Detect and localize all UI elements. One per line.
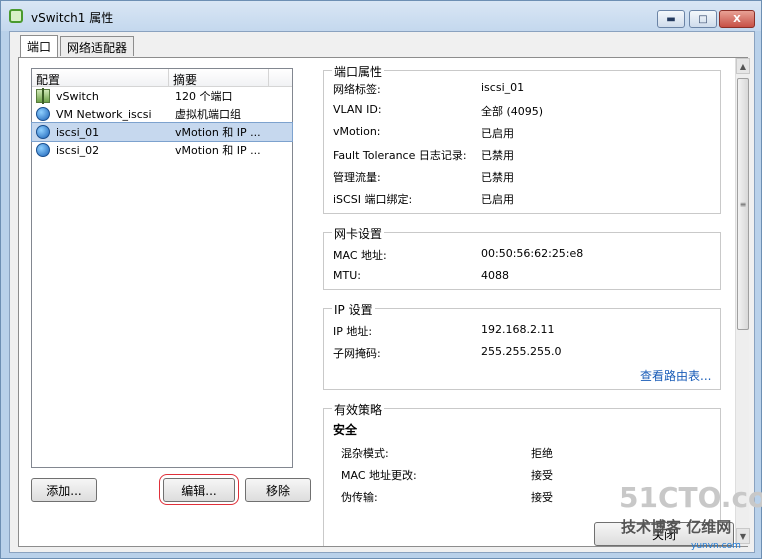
property-label: 管理流量: — [333, 171, 381, 184]
column-header-config[interactable]: 配置 — [32, 69, 169, 87]
property-value: 接受 — [531, 469, 553, 482]
row-name: VM Network_iscsi — [56, 107, 152, 121]
list-row-vm-network-iscsi[interactable]: VM Network_iscsi 虚拟机端口组 — [32, 105, 292, 123]
property-label: MAC 地址更改: — [341, 469, 417, 482]
list-row-iscsi-02[interactable]: iscsi_02 vMotion 和 IP ... — [32, 141, 292, 159]
minimize-button[interactable]: ▬ — [657, 10, 685, 28]
column-header-summary[interactable]: 摘要 — [169, 69, 269, 87]
tab-ports[interactable]: 端口 — [20, 35, 59, 57]
network-globe-icon — [36, 143, 50, 157]
port-properties-title: 端口属性 — [332, 63, 385, 80]
property-label: IP 地址: — [333, 325, 373, 338]
ports-tab-panel: 配置 摘要 vSwitch 120 个端口 VM Network_iscsi 虚… — [18, 57, 750, 547]
row-summary: 120 个端口 — [175, 90, 233, 103]
watermark-tech-blog: 技术博客 亿维网 — [621, 518, 732, 536]
nic-settings-group: 网卡设置 MAC 地址: 00:50:56:62:25:e8 MTU: 4088 — [323, 225, 721, 290]
watermark-url: yunvn.com — [691, 541, 741, 551]
row-name: iscsi_02 — [56, 143, 100, 157]
property-label: MAC 地址: — [333, 249, 387, 262]
property-label: 伪传输: — [341, 491, 378, 504]
properties-window: vSwitch1 属性 ▬ □ X 端口 网络适配器 配置 摘要 vSwitch… — [0, 0, 762, 559]
row-summary: vMotion 和 IP ... — [175, 126, 261, 139]
property-label: MTU: — [333, 269, 361, 282]
properties-scrollbar[interactable]: ▲ ≡ ▼ — [735, 58, 750, 546]
property-label: VLAN ID: — [333, 103, 382, 116]
list-header: 配置 摘要 — [32, 69, 292, 87]
ip-settings-title: IP 设置 — [332, 301, 375, 318]
scroll-up-icon[interactable]: ▲ — [736, 58, 750, 74]
property-label: Fault Tolerance 日志记录: — [333, 149, 467, 162]
row-summary: vMotion 和 IP ... — [175, 144, 261, 157]
property-value: 255.255.255.0 — [481, 345, 562, 358]
property-value: 00:50:56:62:25:e8 — [481, 247, 584, 260]
vswitch-app-icon — [9, 9, 23, 23]
property-value: 接受 — [531, 491, 553, 504]
property-value: 已启用 — [481, 193, 514, 206]
vswitch-icon — [36, 88, 50, 104]
property-label: 子网掩码: — [333, 347, 381, 360]
property-value: 已禁用 — [481, 171, 514, 184]
property-value: 192.168.2.11 — [481, 323, 555, 336]
property-label: vMotion: — [333, 125, 381, 138]
security-section-heading: 安全 — [333, 423, 358, 437]
list-row-vswitch[interactable]: vSwitch 120 个端口 — [32, 87, 292, 105]
nic-settings-title: 网卡设置 — [332, 225, 385, 242]
property-value: 已禁用 — [481, 149, 514, 162]
maximize-button[interactable]: □ — [689, 10, 717, 28]
property-label: 混杂模式: — [341, 447, 389, 460]
remove-button[interactable]: 移除 — [245, 478, 311, 502]
properties-panel: 端口属性 网络标签: iscsi_01 VLAN ID: 全部 (4095) v… — [315, 58, 731, 546]
network-globe-icon — [36, 107, 50, 121]
port-config-list: 配置 摘要 vSwitch 120 个端口 VM Network_iscsi 虚… — [31, 68, 293, 468]
network-globe-icon — [36, 125, 50, 139]
ip-settings-group: IP 设置 IP 地址: 192.168.2.11 子网掩码: 255.255.… — [323, 301, 721, 390]
property-value: 4088 — [481, 269, 509, 282]
property-label: 网络标签: — [333, 83, 381, 96]
window-title: vSwitch1 属性 — [31, 11, 114, 25]
dialog-client: 端口 网络适配器 配置 摘要 vSwitch 120 个端口 VM Networ… — [9, 31, 755, 553]
view-routing-table-link[interactable]: 查看路由表... — [640, 367, 711, 384]
effective-policy-title: 有效策略 — [332, 401, 385, 418]
property-value: iscsi_01 — [481, 81, 525, 94]
row-name: iscsi_01 — [56, 125, 100, 139]
property-value: 全部 (4095) — [481, 105, 544, 118]
row-summary: 虚拟机端口组 — [175, 108, 241, 121]
close-window-button[interactable]: X — [719, 10, 755, 28]
scroll-thumb[interactable]: ≡ — [737, 78, 749, 330]
property-value: 已启用 — [481, 127, 514, 140]
property-label: iSCSI 端口绑定: — [333, 193, 413, 206]
row-name: vSwitch — [56, 89, 99, 103]
tab-strip: 端口 网络适配器 — [20, 35, 136, 58]
tab-network-adapters[interactable]: 网络适配器 — [60, 36, 135, 56]
highlight-circle-annotation — [159, 474, 239, 505]
property-value: 拒绝 — [531, 447, 553, 460]
list-row-iscsi-01[interactable]: iscsi_01 vMotion 和 IP ... — [31, 122, 293, 142]
title-bar: vSwitch1 属性 ▬ □ X — [1, 1, 761, 31]
add-button[interactable]: 添加... — [31, 478, 97, 502]
watermark-51cto: 51CTO.com — [619, 481, 762, 514]
port-properties-group: 端口属性 网络标签: iscsi_01 VLAN ID: 全部 (4095) v… — [323, 63, 721, 214]
